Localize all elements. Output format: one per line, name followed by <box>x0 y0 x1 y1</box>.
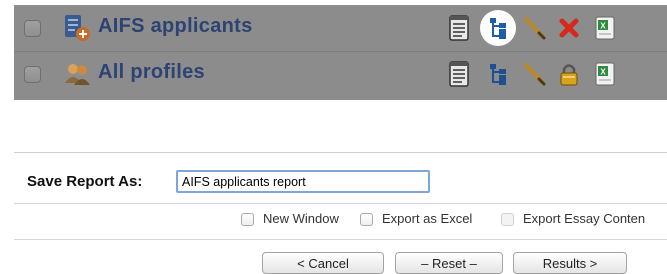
list-item-all-profiles[interactable]: All profiles X <box>14 53 667 97</box>
export-excel-label: Export as Excel <box>382 211 473 226</box>
row-checkbox[interactable] <box>24 20 41 37</box>
save-report-label: Save Report As: <box>27 173 143 190</box>
profile-name[interactable]: AIFS applicants <box>98 15 253 38</box>
svg-text:X: X <box>600 68 606 77</box>
profile-name[interactable]: All profiles <box>98 61 205 84</box>
reset-button[interactable]: – Reset – <box>395 252 503 274</box>
row-checkbox[interactable] <box>24 66 41 83</box>
excel-icon[interactable]: X <box>590 59 620 89</box>
hierarchy-icon[interactable] <box>479 9 517 47</box>
results-button[interactable]: Results > <box>513 252 627 274</box>
export-essay-checkbox[interactable] <box>501 213 514 226</box>
divider <box>14 239 667 240</box>
export-excel-checkbox[interactable] <box>360 213 373 226</box>
excel-icon[interactable]: X <box>590 13 620 43</box>
divider <box>14 203 667 204</box>
cancel-button[interactable]: < Cancel <box>262 252 384 274</box>
profile-list: AIFS applicants X All profiles X <box>14 5 667 100</box>
row-divider <box>14 51 667 52</box>
hierarchy-icon[interactable] <box>483 59 513 89</box>
svg-text:X: X <box>600 22 606 31</box>
save-report-panel: Save Report As: New Window Export as Exc… <box>14 152 667 274</box>
delete-icon[interactable] <box>554 13 584 43</box>
report-user-icon <box>62 13 92 43</box>
export-essay-label: Export Essay Conten <box>523 211 646 226</box>
list-item-aifs-applicants[interactable]: AIFS applicants X <box>14 7 667 51</box>
notepad-icon[interactable] <box>444 13 474 43</box>
report-name-input[interactable] <box>176 170 430 193</box>
new-window-checkbox[interactable] <box>241 213 254 226</box>
users-group-icon <box>62 59 92 89</box>
new-window-label: New Window <box>263 211 339 226</box>
notepad-icon[interactable] <box>444 59 474 89</box>
edit-pencil-icon[interactable] <box>519 59 549 89</box>
lock-icon[interactable] <box>554 59 584 89</box>
edit-pencil-icon[interactable] <box>519 13 549 43</box>
